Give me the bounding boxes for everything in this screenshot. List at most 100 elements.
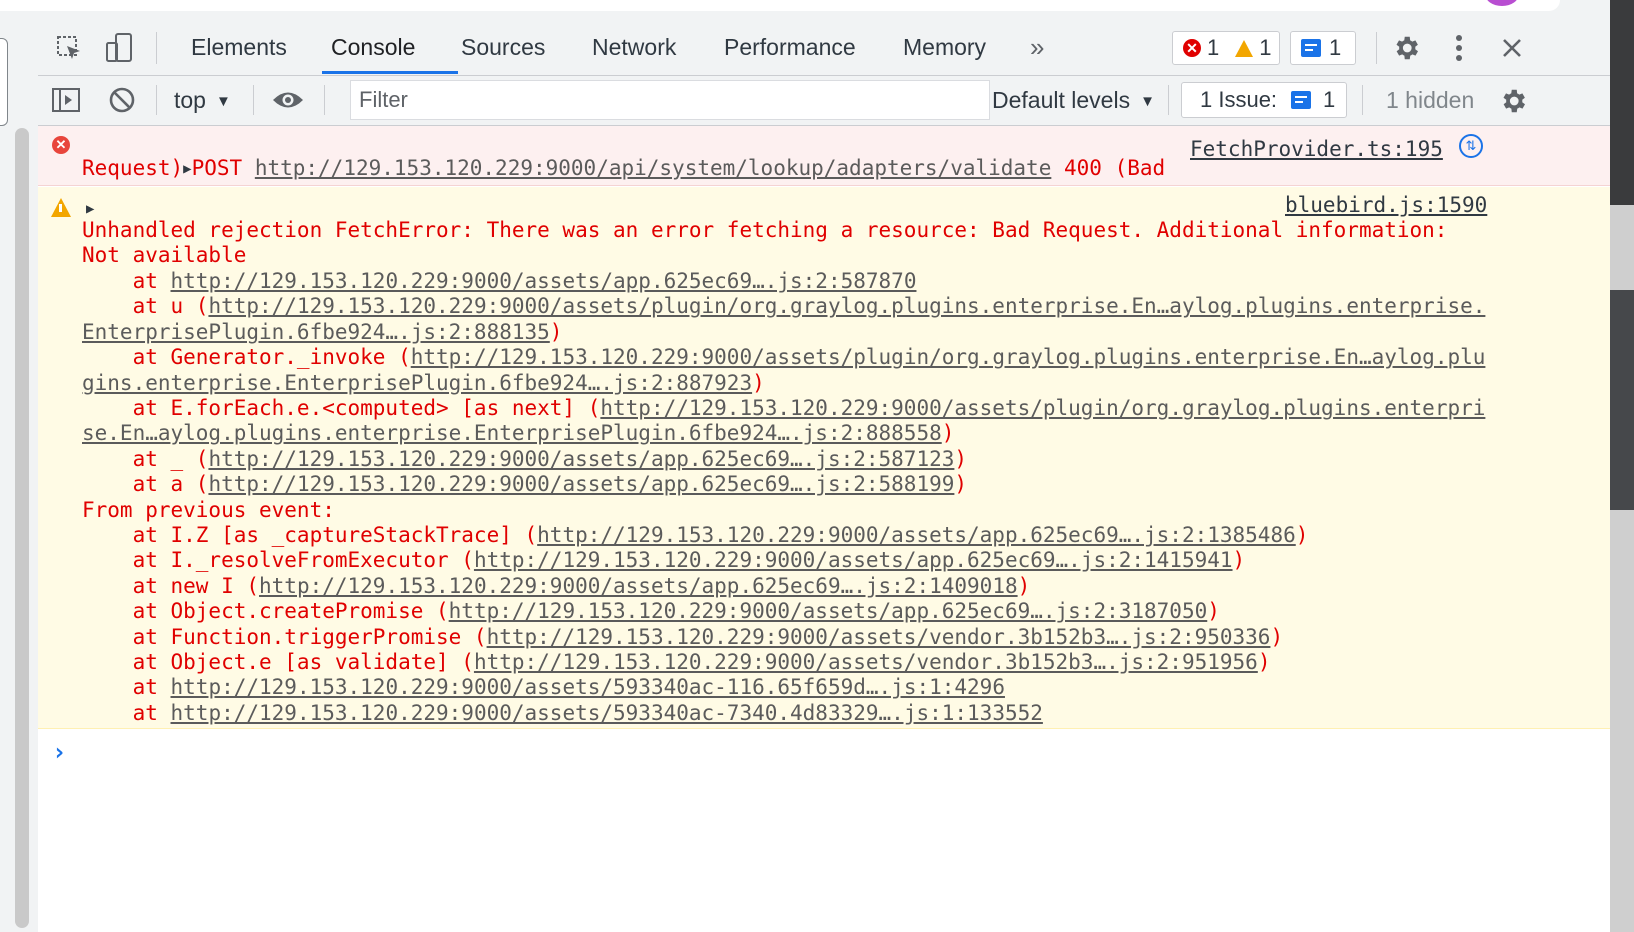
stack-frame-text: ) <box>1207 599 1220 624</box>
close-icon[interactable] <box>1496 30 1528 66</box>
stack-frame-text: ) <box>954 472 968 497</box>
settings-gear-icon[interactable] <box>1388 30 1424 66</box>
response-status-continued: Request) <box>82 156 184 180</box>
more-tabs-button[interactable]: » <box>1026 20 1048 75</box>
warning-source-link[interactable]: bluebird.js:1590 <box>1285 193 1487 217</box>
stack-frame-link[interactable]: http://129.153.120.229:9000/assets/app.6… <box>537 523 1296 547</box>
dropdown-arrow-icon: ▼ <box>1140 93 1155 111</box>
stack-frame-link[interactable]: http://129.153.120.229:9000/assets/vendo… <box>474 650 1258 674</box>
active-tab-indicator <box>322 71 458 74</box>
stack-frame: at new I (http://129.153.120.229:9000/as… <box>82 573 1031 599</box>
stack-frame: at http://129.153.120.229:9000/assets/ap… <box>82 269 917 294</box>
stack-frame-link[interactable]: http://129.153.120.229:9000/assets/plugi… <box>411 345 1486 369</box>
divider <box>1376 32 1377 64</box>
tab-network[interactable]: Network <box>588 20 680 75</box>
address-bar[interactable] <box>0 0 1560 11</box>
issues-label: 1 Issue: <box>1200 87 1278 112</box>
stack-frame-link[interactable]: http://129.153.120.229:9000/assets/app.6… <box>208 472 954 496</box>
response-status: 400 (Bad <box>1064 156 1166 181</box>
live-expression-eye-icon[interactable] <box>270 84 306 116</box>
hidden-messages-count: 1 hidden <box>1386 87 1475 113</box>
stack-frame: at I.Z [as _captureStackTrace] (http://1… <box>82 523 1309 548</box>
console-settings-gear-icon[interactable] <box>1496 84 1530 118</box>
error-count: 1 <box>1207 35 1220 60</box>
show-sidebar-icon[interactable] <box>50 84 82 116</box>
stack-frame-link[interactable]: http://129.153.120.229:9000/assets/plugi… <box>600 396 1485 420</box>
page-scrollbar[interactable] <box>15 128 29 928</box>
stack-frame: at a (http://129.153.120.229:9000/assets… <box>82 472 967 497</box>
stack-frame-link[interactable]: se.En…aylog.plugins.enterprise.Enterpris… <box>82 421 942 445</box>
side-window-panel <box>1610 0 1634 205</box>
expand-triangle-icon[interactable]: ▶ <box>183 157 191 182</box>
stack-frame-link[interactable]: gins.enterprise.EnterprisePlugin.6fbe924… <box>82 371 752 395</box>
warning-text-line: Unhandled rejection FetchError: There wa… <box>82 218 1448 242</box>
filter-input[interactable] <box>350 80 990 120</box>
stack-frame-link[interactable]: http://129.153.120.229:9000/assets/app.6… <box>449 599 1208 623</box>
side-window-edge <box>1610 0 1634 932</box>
console-warning-message: ▶ bluebird.js:1590 Unhandled rejection F… <box>38 187 1610 729</box>
stack-frame-text: ) <box>752 370 765 395</box>
stack-frame-text: at <box>82 700 171 725</box>
stack-frame-link[interactable]: http://129.153.120.229:9000/assets/app.6… <box>259 574 1018 598</box>
stack-frame-text: at Object.e [as validate] ( <box>82 650 474 674</box>
stack-frame-text: at <box>82 675 171 700</box>
stack-frame-text: at _ ( <box>82 446 209 471</box>
stack-frame-link[interactable]: EnterprisePlugin.6fbe924….js:2:888135 <box>82 320 550 344</box>
stack-frame-text: ) <box>941 421 955 446</box>
dropdown-arrow-icon: ▼ <box>215 93 231 111</box>
error-warning-counter[interactable]: ✕ 1 1 <box>1172 31 1280 65</box>
inspect-element-icon[interactable] <box>52 32 86 64</box>
console-prompt-icon[interactable]: › <box>52 738 66 766</box>
stack-frame-link[interactable]: http://129.153.120.229:9000/assets/plugi… <box>208 294 1485 318</box>
clear-console-icon[interactable] <box>106 84 138 116</box>
log-levels-dropdown[interactable]: Default levels ▼ <box>992 76 1155 126</box>
warning-text-line: Not available <box>82 243 247 268</box>
stack-frame-text: ) <box>954 446 968 471</box>
message-count: 1 <box>1329 35 1342 60</box>
more-options-icon[interactable] <box>1444 30 1474 66</box>
request-url-link[interactable]: http://129.153.120.229:9000/api/system/l… <box>255 156 1052 180</box>
stack-frame-text: ) <box>1257 650 1271 674</box>
browser-chrome <box>0 0 1610 20</box>
stack-frame: at _ (http://129.153.120.229:9000/assets… <box>82 447 967 472</box>
stack-frame: at http://129.153.120.229:9000/assets/59… <box>82 701 1043 726</box>
context-value: top <box>174 87 206 113</box>
stack-frame-text: at I.Z [as _captureStackTrace] ( <box>82 523 538 547</box>
tab-sources[interactable]: Sources <box>457 20 549 75</box>
stack-frame-text: ) <box>1295 523 1309 547</box>
device-toolbar-icon[interactable] <box>102 30 136 66</box>
issues-button[interactable]: 1 Issue: 1 <box>1181 82 1347 118</box>
stack-frame: at u (http://129.153.120.229:9000/assets… <box>82 294 1486 319</box>
warning-count: 1 <box>1259 35 1272 60</box>
stack-frame-text: From previous event: <box>82 497 335 522</box>
console-toolbar: top ▼ Default levels ▼ 1 Issue: 1 1 hidden <box>38 76 1610 126</box>
stack-frame-text: at <box>82 269 171 293</box>
stack-frame-link[interactable]: http://129.153.120.229:9000/assets/app.6… <box>474 548 1233 572</box>
stack-frame-text: at Function.triggerPromise ( <box>82 624 487 649</box>
stack-frame-link[interactable]: http://129.153.120.229:9000/assets/vendo… <box>487 625 1271 649</box>
console-error-message: ✕ ▶POST http://129.153.120.229:9000/api/… <box>38 126 1610 186</box>
error-source-link[interactable]: FetchProvider.ts:195 <box>1190 137 1443 161</box>
stack-frame-text: at new I ( <box>82 573 260 598</box>
issues-count: 1 <box>1323 87 1336 112</box>
network-request-icon[interactable]: ⇅ <box>1459 134 1483 158</box>
messages-counter[interactable]: 1 <box>1290 31 1356 65</box>
message-icon <box>1301 39 1321 57</box>
tab-elements[interactable]: Elements <box>187 20 291 75</box>
tab-memory[interactable]: Memory <box>899 20 990 75</box>
stack-frame-link[interactable]: http://129.153.120.229:9000/assets/59334… <box>171 675 1005 699</box>
expand-triangle-icon[interactable]: ▶ <box>86 201 94 217</box>
tab-console[interactable]: Console <box>327 20 419 75</box>
stack-frame: at I._resolveFromExecutor (http://129.15… <box>82 548 1246 573</box>
stack-frame-link[interactable]: http://129.153.120.229:9000/assets/app.6… <box>171 269 917 293</box>
divider <box>156 32 157 64</box>
divider <box>324 85 325 115</box>
side-window-panel <box>1610 290 1634 510</box>
context-selector[interactable]: top ▼ <box>174 76 231 126</box>
stack-frame: at Generator._invoke (http://129.153.120… <box>82 345 1486 370</box>
stack-frame: at Function.triggerPromise (http://129.1… <box>82 624 1284 650</box>
tab-performance[interactable]: Performance <box>720 20 860 75</box>
stack-frame-link[interactable]: http://129.153.120.229:9000/assets/app.6… <box>208 447 954 471</box>
devtools-tabbar: Elements Console Sources Network Perform… <box>38 20 1610 76</box>
stack-frame-link[interactable]: http://129.153.120.229:9000/assets/59334… <box>171 701 1043 725</box>
